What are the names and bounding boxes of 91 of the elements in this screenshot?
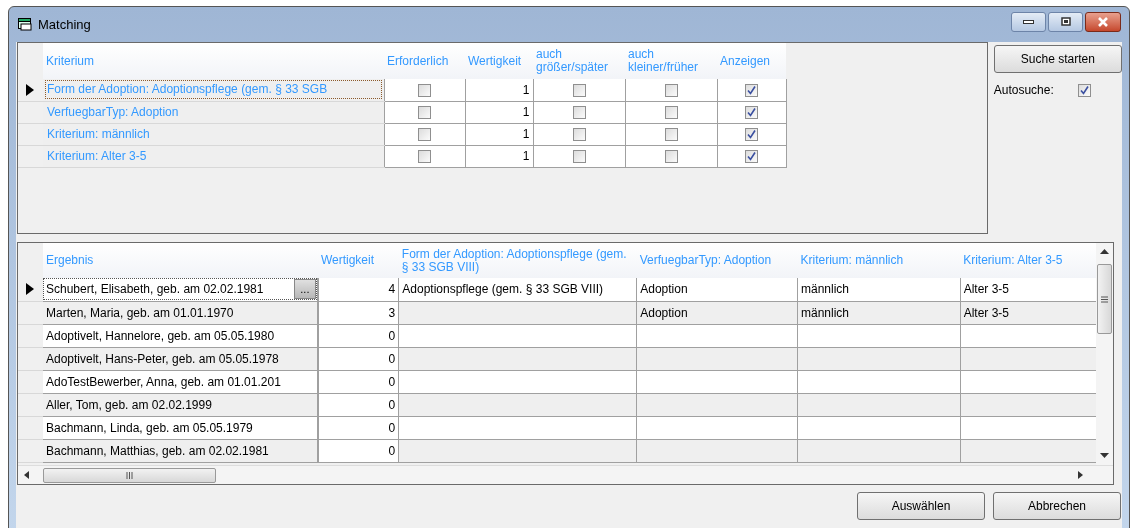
checkbox[interactable] (745, 150, 758, 164)
search-button[interactable]: Suche starten (993, 45, 1122, 73)
grip-icon (126, 471, 133, 479)
details-button[interactable]: ... (293, 279, 316, 300)
table-cell: 0 (317, 347, 399, 370)
vertical-scrollbar[interactable] (1096, 243, 1113, 465)
close-button[interactable] (1085, 11, 1121, 32)
table-cell-text: Adoptivelt, Hannelore, geb. am 05.05.1980 (44, 327, 276, 345)
table-cell: 4 (317, 278, 399, 301)
table-cell-text: Bachmann, Matthias, geb. am 02.02.1981 (44, 442, 270, 460)
minimize-button[interactable] (1011, 11, 1046, 32)
table-cell: 0 (317, 324, 399, 347)
checkbox[interactable] (418, 150, 431, 164)
checkbox[interactable] (745, 106, 758, 120)
table-cell: 1 (465, 123, 533, 145)
table-cell: 0 (317, 370, 399, 393)
table-cell: männlich (797, 278, 961, 301)
column-header[interactable]: Ergebnis (42, 243, 318, 278)
column-header[interactable]: Wertigkeit (317, 243, 399, 278)
table-cell: 1 (465, 145, 533, 167)
dialog-button[interactable]: Abbrechen (993, 492, 1121, 520)
check-icon (747, 130, 756, 140)
table-cell: 0 (317, 393, 399, 416)
checkbox[interactable] (572, 128, 586, 142)
check-icon (747, 152, 756, 162)
table-cell: männlich (797, 301, 961, 324)
checkbox[interactable] (664, 106, 678, 120)
table-cell: 3 (317, 301, 399, 324)
cell-editor-field[interactable]: Schubert, Elisabeth, geb. am 02.02.1981 ... (42, 278, 317, 301)
table-cell: 0 (317, 439, 399, 462)
table-cell: Adoptionspflege (gem. § 33 SGB VIII) (398, 278, 637, 301)
restore-icon (1060, 17, 1071, 26)
column-header[interactable]: Anzeigen (717, 43, 786, 79)
table-cell-text: AdoTestBewerber, Anna, geb. am 01.01.201 (44, 373, 282, 391)
row-header[interactable] (18, 278, 43, 301)
table-cell-text: Marten, Maria, geb. am 01.01.1970 (44, 304, 235, 322)
scrollbar-thumb[interactable] (43, 467, 216, 483)
maximize-button[interactable] (1048, 11, 1083, 32)
table-cell: 1 (465, 101, 533, 123)
close-icon (1097, 16, 1109, 27)
current-row-icon (26, 83, 34, 96)
checkbox[interactable] (418, 84, 431, 98)
table-cell: 0 (317, 416, 399, 439)
table-cell: VerfuegbarTyp: Adoption (43, 101, 384, 123)
window-icon (18, 18, 32, 31)
table-cell: Alter 3-5 (960, 278, 1096, 301)
current-row-icon (26, 283, 34, 296)
checkbox[interactable] (418, 106, 431, 120)
column-header[interactable]: Kriterium: männlich (797, 243, 961, 278)
column-header[interactable]: Erforderlich (384, 43, 465, 79)
checkbox[interactable] (572, 106, 586, 120)
minimize-icon (1023, 19, 1034, 24)
scroll-right-icon (1078, 471, 1083, 479)
dialog-button[interactable]: Auswählen (857, 492, 985, 520)
check-icon (1079, 86, 1089, 96)
checkbox[interactable] (664, 84, 678, 98)
table-cell: Adoption (636, 278, 798, 301)
checkbox[interactable] (572, 150, 586, 164)
table-cell: Kriterium: Alter 3-5 (43, 145, 384, 167)
checkbox[interactable] (418, 128, 431, 142)
scroll-up-icon (1100, 249, 1109, 255)
checkbox[interactable] (1077, 84, 1091, 98)
column-header[interactable]: auch kleiner/früher (625, 43, 717, 79)
table-cell: Adoption (636, 301, 798, 324)
column-header[interactable]: Kriterium: Alter 3-5 (960, 243, 1096, 278)
grip-icon (1101, 295, 1108, 303)
window-title: Matching (38, 15, 91, 34)
table-cell-text: Bachmann, Linda, geb. am 05.05.1979 (44, 419, 254, 437)
column-header[interactable]: Wertigkeit (465, 43, 533, 79)
scroll-down-icon (1100, 453, 1109, 459)
checkbox[interactable] (664, 128, 678, 142)
table-cell: Kriterium: männlich (43, 123, 384, 145)
checkbox[interactable] (745, 128, 758, 142)
checkbox[interactable] (745, 84, 758, 98)
column-header[interactable]: Form der Adoption: Adoptionspflege (gem. § 33 SGB VIII) (398, 243, 637, 278)
column-header[interactable]: Kriterium (43, 43, 384, 79)
check-icon (747, 86, 756, 96)
checkbox[interactable] (572, 84, 586, 98)
table-cell: Form der Adoption: Adoptionspflege (gem. § 33 SGB (43, 79, 384, 101)
column-header[interactable]: VerfuegbarTyp: Adoption (636, 243, 798, 278)
scroll-left-icon (24, 471, 29, 479)
checkbox[interactable] (664, 150, 678, 164)
scrollbar-thumb[interactable] (1097, 264, 1112, 334)
table-cell: 1 (465, 79, 533, 101)
autosearch-label: Autosuche: (993, 82, 1054, 99)
table-cell-text: Aller, Tom, geb. am 02.02.1999 (44, 396, 213, 414)
table-cell-text: Adoptivelt, Hans-Peter, geb. am 05.05.1978 (44, 350, 280, 368)
horizontal-scrollbar[interactable] (18, 465, 1113, 484)
column-header[interactable]: auch größer/später (533, 43, 625, 79)
check-icon (747, 108, 756, 118)
table-cell: Alter 3-5 (960, 301, 1096, 324)
